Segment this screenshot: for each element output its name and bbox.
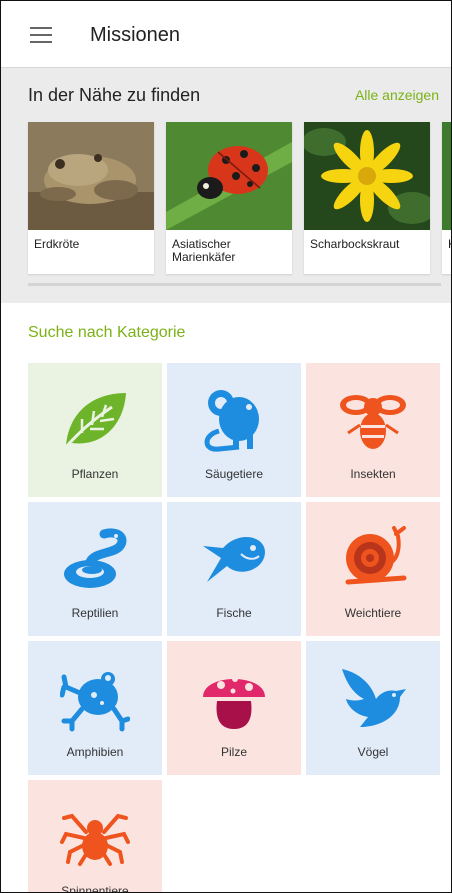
menu-icon[interactable]: [30, 27, 52, 43]
species-card[interactable]: Scharbockskraut: [304, 122, 430, 274]
mouse-icon: [204, 390, 259, 452]
category-tile-plants[interactable]: Pflanzen: [28, 363, 162, 497]
category-label: Weichtiere: [344, 606, 402, 620]
nearby-section: In der Nähe zu finden Alle anzeigen Erdk…: [1, 68, 451, 293]
frog-icon: [60, 672, 130, 732]
category-label: Pflanzen: [71, 467, 119, 481]
category-tile-molluscs[interactable]: Weichtiere: [306, 502, 440, 636]
species-name: Erdkröte: [34, 237, 80, 251]
category-label: Fische: [216, 606, 252, 620]
snake-icon: [64, 528, 127, 588]
app-frame: Missionen In der Nähe zu finden Alle anz…: [0, 0, 452, 893]
bee-icon: [340, 395, 406, 449]
category-tile-birds[interactable]: Vögel: [306, 641, 440, 775]
app-bar: Missionen: [1, 1, 451, 68]
category-tile-amphibians[interactable]: Amphibien: [28, 641, 162, 775]
species-card[interactable]: Erdkröte: [28, 122, 154, 274]
fish-icon: [203, 536, 265, 582]
mushroom-icon: [203, 676, 265, 729]
species-name: K: [448, 238, 451, 251]
category-tile-reptiles[interactable]: Reptilien: [28, 502, 162, 636]
category-tile-mammals[interactable]: Säugetiere: [167, 363, 301, 497]
species-name: Scharbockskraut: [310, 237, 400, 251]
category-tile-arachnids[interactable]: Spinnentiere: [28, 780, 162, 893]
horizontal-scrollbar[interactable]: [28, 283, 441, 286]
nearby-heading: In der Nähe zu finden: [28, 85, 201, 105]
ladybird-photo: [166, 122, 292, 230]
snail-icon: [345, 526, 407, 585]
category-label: Pilze: [220, 745, 247, 759]
page-title: Missionen: [90, 24, 181, 46]
celandine-photo: [304, 122, 430, 230]
bird-icon: [342, 669, 406, 727]
category-tile-insects[interactable]: Insekten: [306, 363, 440, 497]
species-card[interactable]: K: [442, 122, 451, 274]
category-heading: Suche nach Kategorie: [28, 324, 186, 341]
species-name: Asiatischer Marienkäfer: [172, 237, 236, 264]
category-label: Spinnentiere: [61, 884, 129, 893]
category-label: Reptilien: [71, 606, 119, 620]
show-all-link[interactable]: Alle anzeigen: [355, 87, 439, 103]
toad-photo: [28, 122, 154, 230]
leaf-icon: [64, 393, 126, 448]
category-tile-fungi[interactable]: Pilze: [167, 641, 301, 775]
category-label: Vögel: [357, 745, 389, 759]
category-label: Insekten: [350, 467, 396, 481]
species-photo: [442, 122, 451, 230]
category-label: Amphibien: [66, 745, 124, 759]
category-label: Säugetiere: [204, 467, 264, 481]
category-section: Suche nach Kategorie Pflanzen Säugetiere: [1, 303, 451, 893]
spider-icon: [60, 813, 130, 866]
species-card[interactable]: Asiatischer Marienkäfer: [166, 122, 292, 274]
category-tile-fish[interactable]: Fische: [167, 502, 301, 636]
